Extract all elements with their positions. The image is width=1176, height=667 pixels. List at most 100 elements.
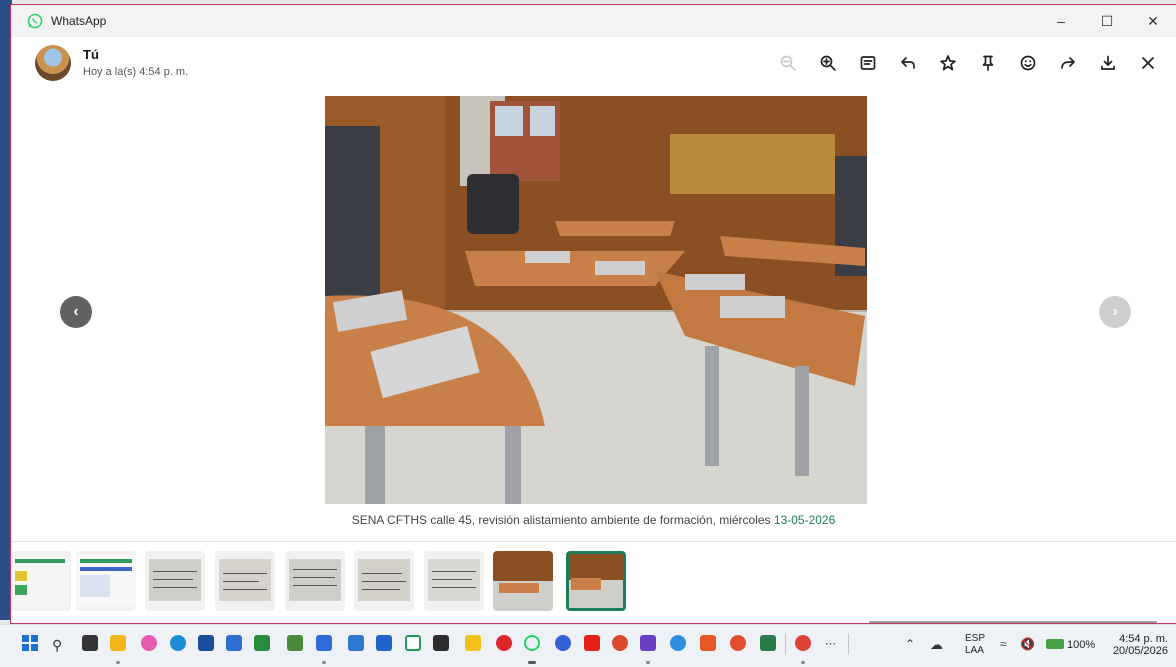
media-viewer-header: Tú Hoy a la(s) 4:54 p. m. [11,37,1176,93]
sender-name: Tú [83,47,99,62]
battery-icon[interactable] [1046,639,1064,649]
media-thumbnail-selected[interactable] [566,551,626,611]
media-thumbnail[interactable] [493,551,553,611]
go-to-message-button[interactable] [848,49,888,77]
star-icon [940,55,956,71]
reply-button[interactable] [888,49,928,77]
app-icon[interactable] [640,635,656,651]
app-icon[interactable] [700,635,716,651]
outlook-icon[interactable] [226,635,242,651]
pin-icon [982,55,994,71]
app-icon[interactable] [376,635,392,651]
media-caption: SENA CFTHS calle 45, revisión alistamien… [11,513,1176,527]
zoom-out-button[interactable] [768,49,808,77]
excel-icon[interactable] [254,635,270,651]
copilot-icon[interactable] [141,635,157,651]
onedrive-icon[interactable] [670,635,686,651]
classroom-photo [325,96,867,504]
media-thumbnail-strip [11,551,1176,611]
wifi-icon[interactable]: ≈ [1000,637,1007,651]
running-indicator [322,661,326,664]
clock-time: 4:54 p. m. [1119,633,1168,645]
viewer-toolbar [768,49,1168,77]
forward-button[interactable] [1048,49,1088,77]
title-bar: WhatsApp – ☐ ✕ [11,5,1176,37]
emoji-icon [1020,55,1036,71]
running-indicator [646,661,650,664]
firefox-icon[interactable] [730,635,746,651]
chevron-left-icon: ‹ [73,303,79,320]
taskbar-separator [785,633,786,655]
app-icon[interactable] [348,635,364,651]
avatar[interactable] [35,45,71,81]
caption-text: SENA CFTHS calle 45, revisión alistamien… [351,513,774,527]
whatsapp-window: WhatsApp – ☐ ✕ Tú Hoy a la(s) 4:54 p. m. [10,4,1176,624]
app-icon[interactable] [760,635,776,651]
taskbar: ⚲ ⋯ ⌃ ☁ ESP LAA ≈ 🔇 100% 4:54 p. m. 20/05/… [0,624,1176,667]
media-photo[interactable] [325,96,867,504]
close-icon [1142,57,1154,69]
zoom-in-button[interactable] [808,49,848,77]
app-icon[interactable] [405,635,421,651]
windows-start-button[interactable] [22,635,38,651]
whatsapp-taskbar-icon[interactable] [524,635,540,651]
chevron-up-icon[interactable]: ⌃ [905,637,915,651]
media-thumbnail[interactable] [11,551,71,611]
app-title: WhatsApp [51,14,107,28]
app-icon[interactable] [433,635,449,651]
keyboard-layout: LAA [965,645,984,656]
media-thumbnail[interactable] [76,551,136,611]
download-button[interactable] [1088,49,1128,77]
message-timestamp: Hoy a la(s) 4:54 p. m. [83,66,189,78]
message-icon [860,56,876,70]
media-thumbnail[interactable] [285,551,345,611]
reply-icon [901,57,915,69]
window-close-button[interactable]: ✕ [1130,5,1176,37]
thumbnail-scrollbar[interactable] [869,621,1157,623]
download-icon [1101,55,1115,70]
task-view-icon[interactable] [82,635,98,651]
app-icon[interactable] [612,635,628,651]
chrome-icon[interactable] [795,635,811,651]
media-thumbnail[interactable] [215,551,275,611]
speaker-muted-icon[interactable]: 🔇 [1020,637,1035,651]
youtube-icon[interactable] [584,635,600,651]
clock[interactable]: 4:54 p. m. 20/05/2026 [1108,633,1168,657]
chevron-right-icon: › [1112,303,1118,320]
previous-media-button[interactable]: ‹ [60,296,92,328]
more-icon[interactable]: ⋯ [825,637,836,650]
media-thumbnail[interactable] [145,551,205,611]
cloud-icon[interactable]: ☁ [930,637,943,653]
windows-icon [22,635,38,651]
maximize-button[interactable]: ☐ [1084,5,1130,37]
react-button[interactable] [1008,49,1048,77]
divider [11,541,1176,542]
zoom-in-icon [820,55,836,71]
clock-date: 20/05/2026 [1112,645,1168,657]
store-icon[interactable] [198,635,214,651]
battery-percent: 100% [1067,639,1096,651]
running-indicator [116,661,120,664]
zoom-out-icon [780,55,796,71]
next-media-button[interactable]: › [1099,296,1131,328]
taskbar-separator [848,633,849,655]
caption-date-link[interactable]: 13-05-2026 [774,513,835,527]
app-icon[interactable] [465,635,481,651]
star-button[interactable] [928,49,968,77]
app-icon[interactable] [496,635,512,651]
whatsapp-icon [27,13,43,29]
pin-button[interactable] [968,49,1008,77]
file-explorer-icon[interactable] [110,635,126,651]
media-thumbnail[interactable] [354,551,414,611]
close-viewer-button[interactable] [1128,49,1168,77]
minimize-button[interactable]: – [1038,5,1084,37]
zoom-app-icon[interactable] [555,635,571,651]
language-indicator[interactable]: ESP LAA [965,633,985,657]
edge-icon[interactable] [170,635,186,651]
media-thumbnail[interactable] [424,551,484,611]
language-code: ESP [965,633,986,644]
app-icon[interactable] [287,635,303,651]
word-icon[interactable] [316,635,332,651]
active-indicator [528,661,536,664]
search-icon[interactable]: ⚲ [52,637,62,654]
